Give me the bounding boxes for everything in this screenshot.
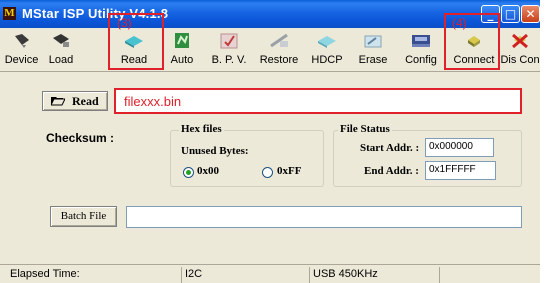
read-toolbar-button[interactable]: Read: [110, 29, 158, 69]
config-button[interactable]: Config: [401, 29, 441, 69]
hdcp-icon: [318, 36, 336, 48]
batch-file-button-label: Batch File: [60, 210, 107, 222]
toolbar-label-device: Device: [4, 54, 39, 66]
radio-0x00-label: 0x00: [197, 165, 219, 177]
radio-0x00[interactable]: [183, 167, 194, 178]
file-path-value: filexxx.bin: [124, 94, 182, 109]
device-icon: [14, 34, 29, 48]
toolbar-divider: [0, 71, 540, 72]
toolbar-label-restore: Restore: [259, 54, 299, 66]
radio-0xff-label: 0xFF: [277, 165, 302, 177]
restore-icon: [270, 33, 288, 48]
maximize-button[interactable]: □: [501, 5, 520, 23]
bpv-icon: [220, 33, 238, 49]
device-button[interactable]: Device: [1, 29, 42, 69]
toolbar-label-bpv: B. P. V.: [211, 54, 247, 66]
start-addr-label: Start Addr. :: [360, 142, 420, 154]
status-bar: Elapsed Time: I2C USB 450KHz: [0, 264, 540, 283]
app-window: M MStar ISP Utility V4.1.8 _ □ ✕ Device …: [0, 0, 541, 283]
end-addr-field[interactable]: 0x1FFFFF: [425, 161, 496, 180]
annotation-label-connect: (4): [452, 16, 467, 30]
file-status-title: File Status: [338, 123, 392, 135]
file-path-field[interactable]: filexxx.bin: [114, 88, 522, 114]
erase-icon: [364, 35, 382, 48]
read-button-label: Read: [72, 94, 99, 108]
toolbar-label-connect: Connect: [453, 54, 495, 66]
unused-bytes-label: Unused Bytes:: [181, 145, 249, 157]
toolbar-label-auto: Auto: [170, 54, 194, 66]
load-icon: [53, 34, 69, 47]
restore-button[interactable]: Restore: [256, 29, 302, 69]
checksum-label: Checksum :: [46, 131, 115, 145]
batch-file-field[interactable]: [126, 206, 522, 228]
status-speed: USB 450KHz: [309, 267, 437, 283]
erase-button[interactable]: Erase: [353, 29, 393, 69]
toolbar-label-load: Load: [48, 54, 74, 66]
hex-files-group: Hex files: [170, 123, 324, 187]
status-pane-empty: [439, 267, 540, 283]
auto-button[interactable]: Auto: [165, 29, 199, 69]
folder-open-icon: [51, 97, 65, 106]
read-button[interactable]: Read: [42, 91, 108, 111]
close-button[interactable]: ✕: [521, 5, 540, 23]
minimize-button[interactable]: _: [481, 5, 500, 23]
load-button[interactable]: Load: [42, 29, 80, 69]
toolbar-label-disconnect: Dis Con: [500, 54, 540, 66]
status-elapsed-time: Elapsed Time:: [10, 268, 80, 280]
annotation-label-read: (3): [117, 16, 132, 30]
toolbar-label-hdcp: HDCP: [311, 54, 343, 66]
toolbar: Device Load Read Auto B. P. V. Restore H…: [0, 29, 540, 71]
end-addr-label: End Addr. :: [364, 165, 419, 177]
app-logo-icon: M: [3, 7, 16, 20]
read-icon: [125, 36, 143, 48]
connect-icon: [468, 36, 480, 47]
start-addr-field[interactable]: 0x000000: [425, 138, 494, 157]
batch-file-button[interactable]: Batch File: [50, 206, 117, 227]
config-icon: [412, 35, 430, 47]
hex-files-title: Hex files: [179, 123, 224, 135]
hdcp-button[interactable]: HDCP: [307, 29, 347, 69]
status-bus: I2C: [181, 267, 307, 283]
auto-icon: [175, 33, 189, 48]
connect-button[interactable]: Connect: [449, 29, 499, 69]
toolbar-label-config: Config: [405, 54, 437, 66]
window-title: MStar ISP Utility V4.1.8: [22, 6, 169, 21]
radio-0xff[interactable]: [262, 167, 273, 178]
bpv-button[interactable]: B. P. V.: [205, 29, 253, 69]
disconnect-button[interactable]: Dis Con: [500, 29, 540, 69]
toolbar-label-erase: Erase: [358, 54, 388, 66]
toolbar-label-read: Read: [120, 54, 148, 66]
disconnect-icon: [512, 33, 528, 49]
